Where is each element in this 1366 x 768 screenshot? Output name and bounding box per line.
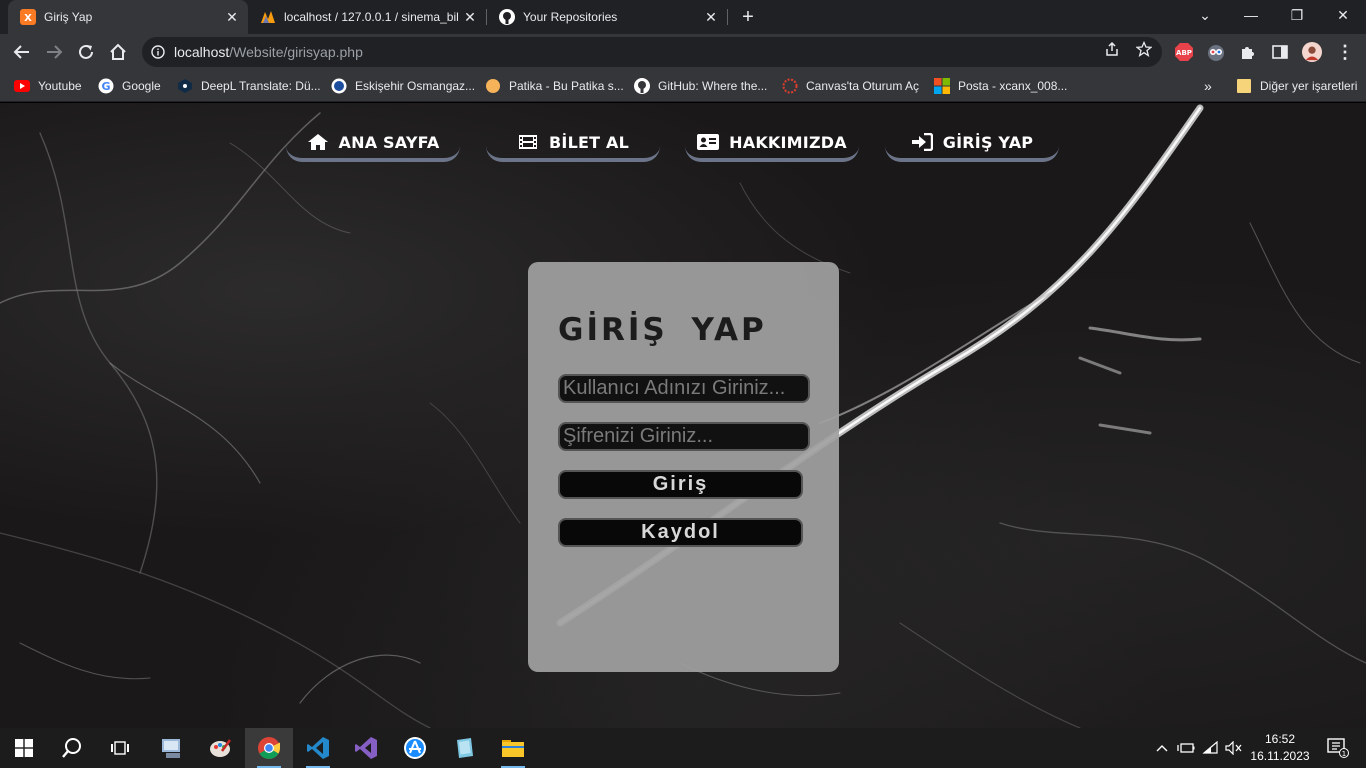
bookmarks-bar: Youtube G Google DeepL Translate: Dü... … [0,70,1366,102]
site-info-icon[interactable] [150,44,166,60]
nav-giris-yap[interactable]: GİRİŞ YAP [885,126,1059,162]
close-tab-icon[interactable]: ✕ [222,7,242,27]
nav-hakkimizda[interactable]: HAKKIMIZDA [685,126,859,162]
deepl-icon [177,78,193,94]
bookmark-esogu[interactable]: Eskişehir Osmangaz... [331,76,475,96]
maximize-icon[interactable]: ❐ [1274,0,1320,30]
id-card-icon [697,133,720,151]
taskbar-clock[interactable]: 16:52 16.11.2023 [1248,731,1312,765]
show-hidden-icons-chevron[interactable] [1152,728,1172,768]
notifications-icon[interactable]: 1 [1318,728,1358,768]
clock-date: 16.11.2023 [1250,749,1310,763]
university-icon [331,78,347,94]
clock-time: 16:52 [1264,732,1296,746]
home-icon [307,133,329,151]
task-view-icon[interactable] [96,728,144,768]
address-bar[interactable]: localhost/Website/girisyap.php [142,37,1162,67]
file-explorer-icon[interactable] [489,728,537,768]
forward-icon[interactable] [40,38,68,66]
bookmark-patika[interactable]: Patika - Bu Patika s... [485,76,624,96]
bookmark-github[interactable]: GitHub: Where the... [634,76,767,96]
network-manager-icon[interactable] [148,728,196,768]
bookmark-outlook[interactable]: Posta - xcanx_008... [934,76,1067,96]
other-bookmarks-folder[interactable]: Diğer yer işaretleri [1236,76,1357,96]
more-bookmarks-chevron[interactable]: » [1204,76,1212,96]
bookmark-star-icon[interactable] [1135,40,1153,58]
nav-bilet-al[interactable]: BİLET AL [486,126,660,162]
chrome-taskbar-icon[interactable] [245,728,293,768]
folder-icon [1236,78,1252,94]
browser-menu-icon[interactable]: ⋮ [1335,42,1355,62]
close-window-icon[interactable]: ✕ [1320,0,1366,30]
login-card: GİRİŞ YAP Kullanıcı Adınızı Giriniz... Ş… [528,262,839,672]
svg-text:ABP: ABP [1176,49,1192,57]
canvas-icon [782,78,798,94]
windows-taskbar: 16:52 16.11.2023 1 [0,728,1366,768]
notes-app-icon[interactable] [440,728,488,768]
bookmark-youtube[interactable]: Youtube [14,76,82,96]
tab-search-chevron-icon[interactable]: ⌄ [1182,0,1228,30]
register-button[interactable]: Kaydol [558,518,803,547]
tab-your-repositories[interactable]: Your Repositories ✕ [487,0,727,34]
tab-giris-yap[interactable]: X Giriş Yap ✕ [8,0,248,34]
close-tab-icon[interactable]: ✕ [460,7,480,27]
bookmark-google[interactable]: G Google [98,76,161,96]
minimize-icon[interactable]: — [1228,0,1274,30]
tab-title: Your Repositories [523,10,618,24]
home-button-icon[interactable] [104,38,132,66]
patika-icon [485,78,501,94]
paint-app-icon[interactable] [196,728,244,768]
phpmyadmin-favicon-icon [260,9,276,25]
tab-separator [727,9,728,25]
outlook-icon [934,78,950,94]
side-panel-icon[interactable] [1270,42,1290,62]
sign-in-icon [911,133,933,151]
reload-icon[interactable] [72,38,100,66]
github-favicon-icon [499,9,515,25]
visual-studio-icon[interactable] [342,728,390,768]
svg-text:X: X [24,13,32,24]
webpage-viewport: ANA SAYFA BİLET AL HAKKIMIZDA GİRİŞ YAP … [0,103,1366,728]
bookmark-deepl[interactable]: DeepL Translate: Dü... [177,76,321,96]
youtube-icon [14,78,30,94]
search-icon[interactable] [48,728,96,768]
adblock-plus-icon[interactable]: ABP [1174,42,1194,62]
back-icon[interactable] [8,38,36,66]
share-icon[interactable] [1103,40,1121,58]
tab-title: Giriş Yap [44,10,93,24]
url-text: localhost/Website/girisyap.php [174,44,363,60]
extension-owl-icon[interactable] [1206,42,1226,62]
google-icon: G [98,78,114,94]
vscode-icon[interactable] [294,728,342,768]
tab-title: localhost / 127.0.0.1 / sinema_bil [284,10,459,24]
login-button[interactable]: Giriş [558,470,803,499]
password-input[interactable]: Şifrenizi Giriniz... [558,422,810,451]
github-icon [634,78,650,94]
nav-ana-sayfa[interactable]: ANA SAYFA [286,126,460,162]
tab-phpmyadmin[interactable]: localhost / 127.0.0.1 / sinema_bil ✕ [248,0,486,34]
login-title: GİRİŞ YAP [558,312,767,348]
bookmark-canvas[interactable]: Canvas'ta Oturum Aç [782,76,919,96]
wifi-icon[interactable] [1200,728,1222,768]
xampp-favicon-icon: X [20,9,36,25]
windows-start-icon[interactable] [0,728,48,768]
username-placeholder: Kullanıcı Adınızı Giriniz... [563,377,786,399]
close-tab-icon[interactable]: ✕ [701,7,721,27]
username-input[interactable]: Kullanıcı Adınızı Giriniz... [558,374,810,403]
new-tab-button[interactable]: + [736,5,760,29]
browser-tab-strip: X Giriş Yap ✕ localhost / 127.0.0.1 / si… [0,0,1366,34]
browser-toolbar: localhost/Website/girisyap.php ABP ⋮ [0,34,1366,70]
password-placeholder: Şifrenizi Giriniz... [563,425,714,447]
volume-muted-icon[interactable] [1223,728,1245,768]
profile-avatar-icon[interactable] [1302,42,1322,62]
film-icon [517,133,539,151]
app-store-icon[interactable] [391,728,439,768]
svg-text:G: G [101,80,110,93]
extensions-puzzle-icon[interactable] [1238,42,1258,62]
battery-icon[interactable] [1175,728,1197,768]
notification-count: 1 [1342,750,1346,758]
